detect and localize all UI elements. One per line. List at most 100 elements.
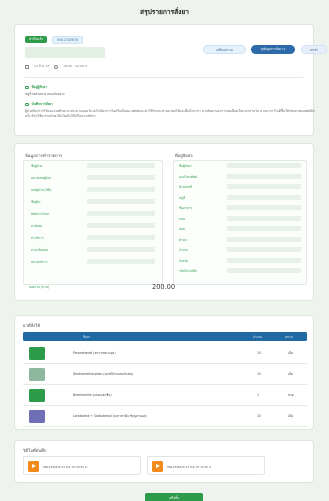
- transaction-field-label: สิทธิการรักษา: [31, 212, 50, 216]
- address-field-value: [227, 205, 301, 210]
- medicine-unit: เม็ด: [288, 351, 294, 355]
- address-field-label: รหัสไปรษณีย์: [179, 269, 197, 273]
- play-icon[interactable]: [152, 461, 163, 472]
- medicine-thumbnail: [29, 389, 45, 402]
- table-row[interactable]: Paracetamol (พาราเซตามอล) 10 เม็ด: [23, 343, 307, 364]
- col-header-unit: หน่วย: [285, 334, 293, 339]
- cancel-button[interactable]: ยกเลิก: [301, 45, 327, 54]
- address-field-label: หมู่ที่: [179, 195, 186, 200]
- transaction-field-value: [87, 247, 155, 252]
- address-field-value: [227, 194, 301, 200]
- transaction-field-value: [87, 187, 155, 192]
- divider: [25, 77, 303, 78]
- medicine-qty: 10: [257, 414, 261, 418]
- address-field-value: [227, 215, 301, 221]
- address-field-label: ชื่ออาคาร: [179, 206, 193, 210]
- transaction-field-label: หน่วยบริการ: [31, 260, 48, 264]
- videos-card: วิดีโอที่บันทึก HN12345678 13 มี.ค. 67 0…: [14, 440, 314, 483]
- medicine-qty: 10: [257, 372, 261, 376]
- address-field-label: ซอย: [179, 227, 185, 231]
- transaction-field-value: [87, 199, 155, 204]
- transaction-field-label: เลขผู้ป่วย (HN): [31, 188, 52, 192]
- transaction-field-label: ค่าจัดส่ง: [31, 224, 43, 228]
- video-label: HN12345678 13 มี.ค. 67 09:54 น.: [43, 464, 88, 469]
- calendar-icon: [25, 64, 29, 69]
- note-label-text: บันทึกการสั่งยา: [31, 102, 54, 106]
- play-icon[interactable]: [28, 461, 39, 472]
- medicine-unit: ขวด: [288, 393, 294, 397]
- note-label: บันทึกการสั่งยา: [25, 102, 53, 107]
- address-field-value: [227, 247, 301, 252]
- status-badge: สำเร็จแล้ว: [25, 36, 48, 43]
- address-field-label: ตำบล: [179, 237, 187, 242]
- address-label-text: ที่อยู่ผู้รับยา: [31, 85, 48, 89]
- transaction-field-value: [87, 223, 155, 228]
- medicine-qty: 10: [257, 351, 261, 355]
- medicine-name: Bromhexine (บรอมเฮกซีน): [73, 393, 112, 397]
- change-status-button[interactable]: เปลี่ยนสถานะ: [203, 45, 246, 54]
- total-value: 200.00: [152, 283, 176, 291]
- videos-title: วิดีโอที่บันทึก: [23, 448, 47, 453]
- video-item[interactable]: HN12345678 13 มี.ค. 67 10:20 น.: [147, 456, 265, 475]
- transaction-field-label: ค่าบริการ: [31, 236, 44, 240]
- shipping-address-title: ที่อยู่จัดส่ง: [175, 153, 193, 158]
- table-row[interactable]: Loratadine + Salbutamol (ลอราทาดีน ซัลบู…: [23, 406, 307, 427]
- transaction-field-label: ค่ายาทั้งหมด: [31, 248, 48, 252]
- date-time-row: 14 มี.ค. 67 09:00 - 10:00 น.: [25, 64, 88, 69]
- order-info-button[interactable]: ดูข้อมูลการสั่งยา ▾: [251, 45, 295, 54]
- address-field-label: อำเภอ: [179, 248, 188, 252]
- transaction-field-value: [87, 235, 155, 240]
- transaction-field-value: [87, 163, 155, 168]
- clock-icon: [54, 64, 59, 69]
- order-summary-card: สำเร็จแล้ว HN12345678 14 มี.ค. 67 09:00 …: [14, 24, 327, 136]
- transaction-field-value: [87, 175, 155, 180]
- address-field-label: เบอร์โทรศัพท์: [179, 174, 197, 179]
- medicine-name: Dextromethorphan (เดกซ์โทรเมทอร์แฟน): [73, 372, 134, 376]
- address-field-value: [227, 257, 301, 263]
- medicine-thumbnail: [29, 368, 45, 381]
- order-time: 09:00 - 10:00 น.: [63, 64, 88, 68]
- done-button[interactable]: เสร็จสิ้น: [145, 493, 203, 501]
- medicines-card: ยาที่สั่งใช้ ชื่อยา จำนวน หน่วย Paraceta…: [14, 315, 314, 430]
- address-field-value: [227, 184, 301, 189]
- address-field-value: [227, 173, 301, 179]
- medicine-unit: เม็ด: [288, 372, 294, 376]
- medicine-thumbnail: [29, 347, 45, 360]
- patient-name-placeholder: [25, 47, 105, 58]
- medicine-qty: 1: [257, 393, 259, 397]
- table-row[interactable]: Bromhexine (บรอมเฮกซีน) 1 ขวด: [23, 385, 307, 406]
- video-label: HN12345678 13 มี.ค. 67 10:20 น.: [167, 464, 212, 469]
- details-card: ข้อมูลการทำรายการ ที่อยู่จัดส่ง ยอดรวม (…: [14, 143, 314, 301]
- note-text: ผู้ป่วยมีอาการไข้และปวดศีรษะมาประมาณสองว…: [25, 109, 315, 118]
- note-icon: [25, 102, 29, 107]
- medicine-unit: เม็ด: [288, 414, 294, 418]
- total-label: ยอดรวม (บาท): [29, 285, 50, 289]
- location-icon: [25, 85, 29, 90]
- address-field-value: [227, 236, 301, 242]
- transaction-field-label: หมายเลขผู้ป่วย: [31, 176, 52, 180]
- address-field-value: [227, 163, 301, 168]
- transaction-field-value: [87, 259, 155, 264]
- done-button-label: เสร็จสิ้น: [168, 496, 180, 500]
- video-item[interactable]: HN12345678 13 มี.ค. 67 09:54 น.: [23, 456, 141, 475]
- address-text: หมู่บ้านตัวอย่าง ถนนตัวอย่าง: [25, 92, 65, 96]
- address-field-label: จังหวัด: [179, 258, 189, 263]
- transaction-field-label: ชื่อผู้รับ: [31, 200, 41, 204]
- transaction-info-title: ข้อมูลการทำรายการ: [25, 153, 63, 158]
- col-header-qty: จำนวน: [253, 334, 263, 339]
- medicine-name: Loratadine + Salbutamol (ลอราทาดีน ซัลบู…: [73, 414, 147, 418]
- col-header-name: ชื่อยา: [83, 334, 91, 339]
- transaction-field-label: ชื่อผู้ป่วย: [31, 164, 43, 168]
- address-field-value: [227, 268, 301, 273]
- medicines-title: ยาที่สั่งใช้: [23, 323, 41, 328]
- medicine-thumbnail: [29, 410, 45, 423]
- address-field-value: [227, 226, 301, 231]
- address-field-label: ชื่อผู้รับยา: [179, 164, 192, 168]
- order-date: 14 มี.ค. 67: [34, 64, 50, 68]
- medicine-name: Paracetamol (พาราเซตามอล): [73, 351, 116, 355]
- transaction-field-value: [87, 211, 155, 216]
- page-title: สรุปรายการสั่งยา: [140, 8, 189, 16]
- address-field-label: บ้านเลขที่: [179, 185, 192, 189]
- address-label: ที่อยู่ผู้รับยา: [25, 85, 47, 90]
- table-row[interactable]: Dextromethorphan (เดกซ์โทรเมทอร์แฟน) 10 เม…: [23, 364, 307, 385]
